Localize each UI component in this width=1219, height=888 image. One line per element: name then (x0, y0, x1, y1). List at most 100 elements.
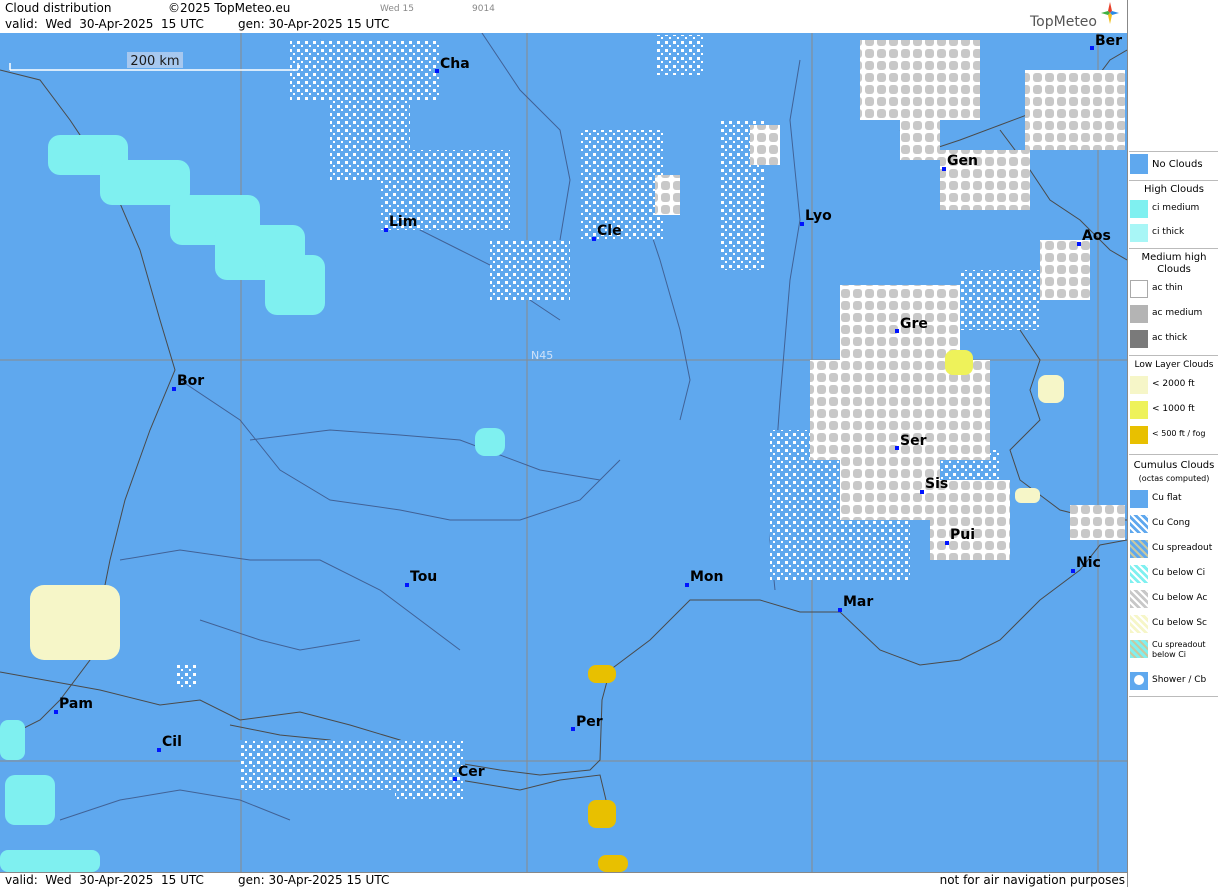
city-dot-grenoble (895, 329, 899, 333)
legend-cumulus-heading: Cumulus Clouds (1133, 460, 1215, 471)
disclaimer: not for air navigation purposes (939, 873, 1125, 887)
legend-cu-below-ac: Cu below Ac (1128, 590, 1219, 612)
logo-text: TopMeteo (1030, 14, 1097, 30)
city-dot-toulouse (405, 583, 409, 587)
cu-below-sc-swatch (1130, 615, 1148, 633)
city-label: Gen (947, 153, 978, 169)
city-label: Cil (162, 734, 182, 750)
city-label: Cer (458, 764, 485, 780)
city-label: Ser (900, 433, 927, 449)
city-dot-limoges (384, 228, 388, 232)
city-dot-bern (1090, 46, 1094, 50)
low-clouds-1000 (945, 350, 973, 375)
footer-generated-time: gen: 30-Apr-2025 15 UTC (238, 873, 390, 887)
city-dot-marseille (838, 608, 842, 612)
low-1000-swatch (1130, 401, 1148, 419)
legend-cu-spreadout-below-ci: Cu spreadout below Ci (1128, 640, 1219, 668)
city-label: Nic (1076, 555, 1101, 571)
legend-low-1000: < 1000 ft (1128, 401, 1219, 423)
legend-ac-thin: ac thin (1128, 280, 1219, 302)
city-label: Tou (410, 569, 438, 585)
legend-cu-spreadout: Cu spreadout (1128, 540, 1219, 562)
no-clouds-swatch (1130, 154, 1148, 174)
city-label: Per (576, 714, 603, 730)
city-label: Lyo (805, 208, 832, 224)
city-dot-cil (157, 748, 161, 752)
ac-thick-swatch (1130, 330, 1148, 348)
ci-thick-swatch (1130, 224, 1148, 242)
legend-low-500: < 500 ft / fog (1128, 426, 1219, 448)
city-label: Aos (1082, 228, 1111, 244)
ac-thin-swatch (1130, 280, 1148, 298)
city-dot-sisteron (920, 490, 924, 494)
scale-label: 200 km (130, 54, 179, 69)
city-dot-pamplona (54, 710, 58, 714)
map-header: Cloud distribution ©2025 TopMeteo.eu Wed… (0, 0, 1127, 34)
city-label: Sis (925, 476, 949, 492)
city-dot-chalon (435, 69, 439, 73)
city-dot-geneva (942, 167, 946, 171)
cu-below-ci-swatch (1130, 565, 1148, 583)
city-label: Pui (950, 527, 976, 543)
city-dot-puimoisson (945, 541, 949, 545)
shower-cb-swatch (1130, 672, 1148, 690)
city-label: Cha (440, 56, 470, 72)
latitude-label: N45 (531, 349, 553, 362)
map-title: Cloud distribution (5, 1, 112, 15)
cu-below-ac-swatch (1130, 590, 1148, 608)
legend-low-2000: < 2000 ft (1128, 376, 1219, 398)
legend-no-clouds: No Clouds (1128, 154, 1219, 178)
city-label: Lim (389, 214, 418, 230)
city-dot-perpignan (571, 727, 575, 731)
cu-spreadout-below-ci-swatch (1130, 640, 1148, 658)
cu-spreadout-swatch (1130, 540, 1148, 558)
legend-cu-flat: Cu flat (1128, 490, 1219, 512)
city-dot-montpellier (685, 583, 689, 587)
footer-valid-time: valid: Wed 30-Apr-2025 15 UTC (5, 873, 204, 887)
city-label: Cle (597, 223, 622, 239)
legend-cu-below-sc: Cu below Sc (1128, 615, 1219, 637)
legend-cu-below-ci: Cu below Ci (1128, 565, 1219, 587)
copyright: ©2025 TopMeteo.eu (168, 1, 291, 15)
city-dot-clermont (592, 237, 596, 241)
ac-medium-swatch (1130, 305, 1148, 323)
generated-time: gen: 30-Apr-2025 15 UTC (238, 17, 390, 31)
legend-cumulus-subheading: (octas computed) (1138, 474, 1210, 483)
city-dot-lyon (800, 222, 804, 226)
map-footer: valid: Wed 30-Apr-2025 15 UTC gen: 30-Ap… (0, 872, 1127, 888)
code-tag: 9014 (472, 4, 495, 14)
cumulus-below-ac-clouds (655, 40, 1125, 560)
city-dot-aosta (1077, 242, 1081, 246)
city-label: Bor (177, 373, 205, 389)
low-2000-swatch (1130, 376, 1148, 394)
cu-cong-swatch (1130, 515, 1148, 533)
city-label: Mar (843, 594, 874, 610)
legend-medium-high-heading: Medium high Clouds (1141, 252, 1207, 275)
low-500-swatch (1130, 426, 1148, 444)
city-dot-cerdanya (453, 777, 457, 781)
city-label: Pam (59, 696, 93, 712)
ci-medium-swatch (1130, 200, 1148, 218)
legend-panel: No Clouds High Clouds ci medium ci thick… (1127, 0, 1219, 887)
city-dot-bordeaux (172, 387, 176, 391)
legend-high-clouds-heading: High Clouds (1144, 184, 1204, 195)
compass-star-icon (1101, 2, 1119, 24)
legend-ac-medium: ac medium (1128, 305, 1219, 327)
cloud-map[interactable]: 200 km N45 Cha Ber Gen Lim Cle Lyo Aos G… (0, 33, 1127, 872)
city-dot-nice (1071, 569, 1075, 573)
legend-cu-cong: Cu Cong (1128, 515, 1219, 537)
city-dot-serres (895, 446, 899, 450)
legend-shower-cb: Shower / Cb (1128, 672, 1219, 694)
city-label: Ber (1095, 33, 1123, 49)
city-label: Gre (900, 316, 928, 332)
legend-ci-thick: ci thick (1128, 224, 1219, 246)
legend-ci-medium: ci medium (1128, 200, 1219, 222)
topmeteo-logo: TopMeteo (1030, 2, 1119, 30)
legend-low-layer-heading: Low Layer Clouds (1134, 360, 1214, 370)
city-label: Mon (690, 569, 724, 585)
cu-flat-swatch (1130, 490, 1148, 508)
day-tag: Wed 15 (380, 4, 414, 14)
legend-ac-thick: ac thick (1128, 330, 1219, 352)
fog-clouds (588, 665, 628, 872)
valid-time: valid: Wed 30-Apr-2025 15 UTC (5, 17, 204, 31)
